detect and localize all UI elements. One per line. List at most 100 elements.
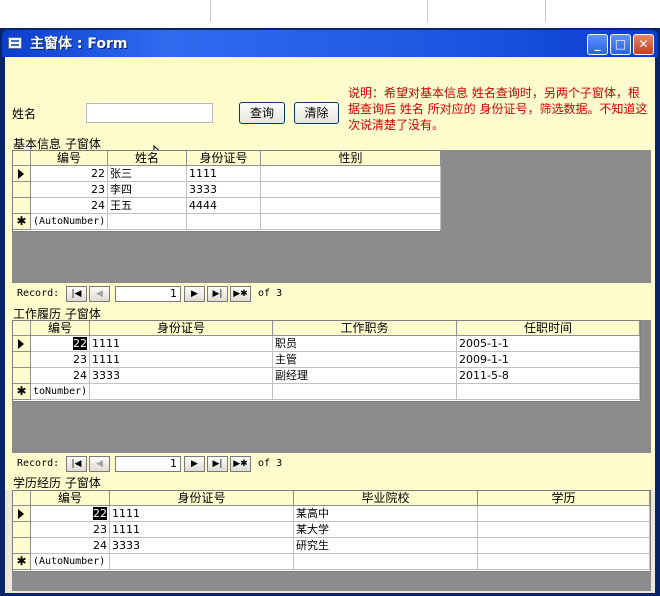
row-selector[interactable]: ✱ — [13, 214, 31, 230]
cell-idcard[interactable]: 1111 — [90, 352, 273, 368]
cell-idcard[interactable]: 3333 — [90, 368, 273, 384]
cell-id[interactable]: 22 — [31, 336, 90, 352]
row-selector[interactable] — [13, 538, 31, 554]
cell-position-new[interactable] — [273, 384, 457, 400]
cell-degree[interactable] — [478, 506, 650, 522]
column-header-position[interactable]: 工作职务 — [273, 321, 457, 336]
cell-gender[interactable] — [261, 198, 441, 214]
cell-degree[interactable] — [478, 538, 650, 554]
prev-record-button[interactable]: ◀ — [89, 456, 110, 472]
edu-datasheet[interactable]: 编号 身份证号 毕业院校 学历 22 1111 某高中 23 1111 某大学 … — [12, 490, 651, 572]
row-selector[interactable] — [13, 506, 31, 522]
cell-date[interactable]: 2005-1-1 — [457, 336, 640, 352]
last-record-button[interactable]: ▶| — [207, 456, 228, 472]
column-header-gender[interactable]: 性别 — [261, 151, 441, 166]
cell-school-new[interactable] — [294, 554, 478, 570]
cell-idcard[interactable]: 1111 — [187, 166, 261, 182]
row-selector[interactable] — [13, 166, 31, 182]
cell-date-new[interactable] — [457, 384, 640, 400]
cell-id[interactable]: 24 — [31, 538, 110, 554]
next-record-button[interactable]: ▶ — [184, 286, 205, 302]
cell-position[interactable]: 副经理 — [273, 368, 457, 384]
name-search-input[interactable] — [86, 103, 213, 123]
cell-id[interactable]: 23 — [31, 352, 90, 368]
column-header-idcard[interactable]: 身份证号 — [187, 151, 261, 166]
record-number-input[interactable]: 1 — [115, 456, 181, 472]
cell-name[interactable]: 李四 — [108, 182, 187, 198]
cell-id[interactable]: 22 — [31, 506, 110, 522]
row-selector[interactable]: ✱ — [13, 554, 31, 570]
cell-idcard[interactable]: 1111 — [110, 522, 294, 538]
row-selector[interactable]: ✱ — [13, 384, 31, 400]
row-selector[interactable] — [13, 198, 31, 214]
cell-id[interactable]: 24 — [31, 368, 90, 384]
column-header-date[interactable]: 任职时间 — [457, 321, 640, 336]
column-header-id[interactable]: 编号 — [31, 491, 110, 506]
column-header-id[interactable]: 编号 — [31, 321, 90, 336]
cell-idcard-new[interactable] — [187, 214, 261, 230]
column-header-school[interactable]: 毕业院校 — [294, 491, 478, 506]
next-record-button[interactable]: ▶ — [184, 456, 205, 472]
cell-gender-new[interactable] — [261, 214, 441, 230]
basic-datasheet[interactable]: 编号 姓名 身份证号 性别 22 张三 1111 23 李四 3333 24 王… — [12, 150, 441, 232]
cell-id[interactable]: 23 — [31, 182, 108, 198]
cell-school[interactable]: 研究生 — [294, 538, 478, 554]
cell-degree-new[interactable] — [478, 554, 650, 570]
column-header-idcard[interactable]: 身份证号 — [110, 491, 294, 506]
cell-gender[interactable] — [261, 166, 441, 182]
cell-id[interactable]: 22 — [31, 166, 108, 182]
cell-idcard-new[interactable] — [90, 384, 273, 400]
maximize-button[interactable]: □ — [610, 34, 631, 55]
cell-idcard[interactable]: 4444 — [187, 198, 261, 214]
row-selector-header — [13, 151, 31, 166]
title-bar[interactable]: 主窗体 : Form _ □ ✕ — [2, 30, 658, 57]
basic-record-navigator: Record: |◀ ◀ 1 ▶ ▶| ▶✱ of 3 — [5, 284, 655, 304]
record-number-input[interactable]: 1 — [115, 286, 181, 302]
cell-name-new[interactable] — [108, 214, 187, 230]
work-datasheet[interactable]: 编号 身份证号 工作职务 任职时间 22 1111 职员 2005-1-1 23… — [12, 320, 641, 402]
minimize-button[interactable]: _ — [587, 34, 608, 55]
column-header-idcard[interactable]: 身份证号 — [90, 321, 273, 336]
column-header-id[interactable]: 编号 — [31, 151, 108, 166]
row-selector[interactable] — [13, 352, 31, 368]
cell-idcard[interactable]: 3333 — [110, 538, 294, 554]
cell-id-new[interactable]: (AutoNumber) — [31, 554, 110, 570]
row-selector[interactable] — [13, 336, 31, 352]
row-selector[interactable] — [13, 368, 31, 384]
cell-degree[interactable] — [478, 522, 650, 538]
cell-date[interactable]: 2009-1-1 — [457, 352, 640, 368]
row-selector[interactable] — [13, 182, 31, 198]
column-header-name[interactable]: 姓名 — [108, 151, 187, 166]
cell-idcard[interactable]: 1111 — [110, 506, 294, 522]
cell-name[interactable]: 王五 — [108, 198, 187, 214]
record-label: Record: — [17, 458, 60, 469]
record-total: of 3 — [258, 288, 283, 299]
cell-id-new[interactable]: (AutoNumber) — [31, 214, 108, 230]
column-header-degree[interactable]: 学历 — [478, 491, 650, 506]
cell-idcard-new[interactable] — [110, 554, 294, 570]
prev-record-button[interactable]: ◀ — [89, 286, 110, 302]
cell-school[interactable]: 某高中 — [294, 506, 478, 522]
query-button[interactable]: 查询 — [239, 102, 285, 124]
first-record-button[interactable]: |◀ — [66, 286, 87, 302]
row-selector[interactable] — [13, 522, 31, 538]
clear-button[interactable]: 清除 — [294, 102, 339, 124]
work-subform-label: 工作履历 子窗体 — [13, 307, 101, 321]
cell-position[interactable]: 职员 — [273, 336, 457, 352]
new-record-button[interactable]: ▶✱ — [230, 456, 251, 472]
cell-position[interactable]: 主管 — [273, 352, 457, 368]
edu-subform-label: 学历经历 子窗体 — [13, 476, 101, 490]
cell-id[interactable]: 24 — [31, 198, 108, 214]
cell-id[interactable]: 23 — [31, 522, 110, 538]
last-record-button[interactable]: ▶| — [207, 286, 228, 302]
close-button[interactable]: ✕ — [633, 34, 654, 55]
first-record-button[interactable]: |◀ — [66, 456, 87, 472]
new-record-button[interactable]: ▶✱ — [230, 286, 251, 302]
cell-gender[interactable] — [261, 182, 441, 198]
cell-idcard[interactable]: 3333 — [187, 182, 261, 198]
cell-name[interactable]: 张三 — [108, 166, 187, 182]
cell-date[interactable]: 2011-5-8 — [457, 368, 640, 384]
cell-id-new[interactable]: toNumber) — [31, 384, 90, 400]
cell-school[interactable]: 某大学 — [294, 522, 478, 538]
cell-idcard[interactable]: 1111 — [90, 336, 273, 352]
